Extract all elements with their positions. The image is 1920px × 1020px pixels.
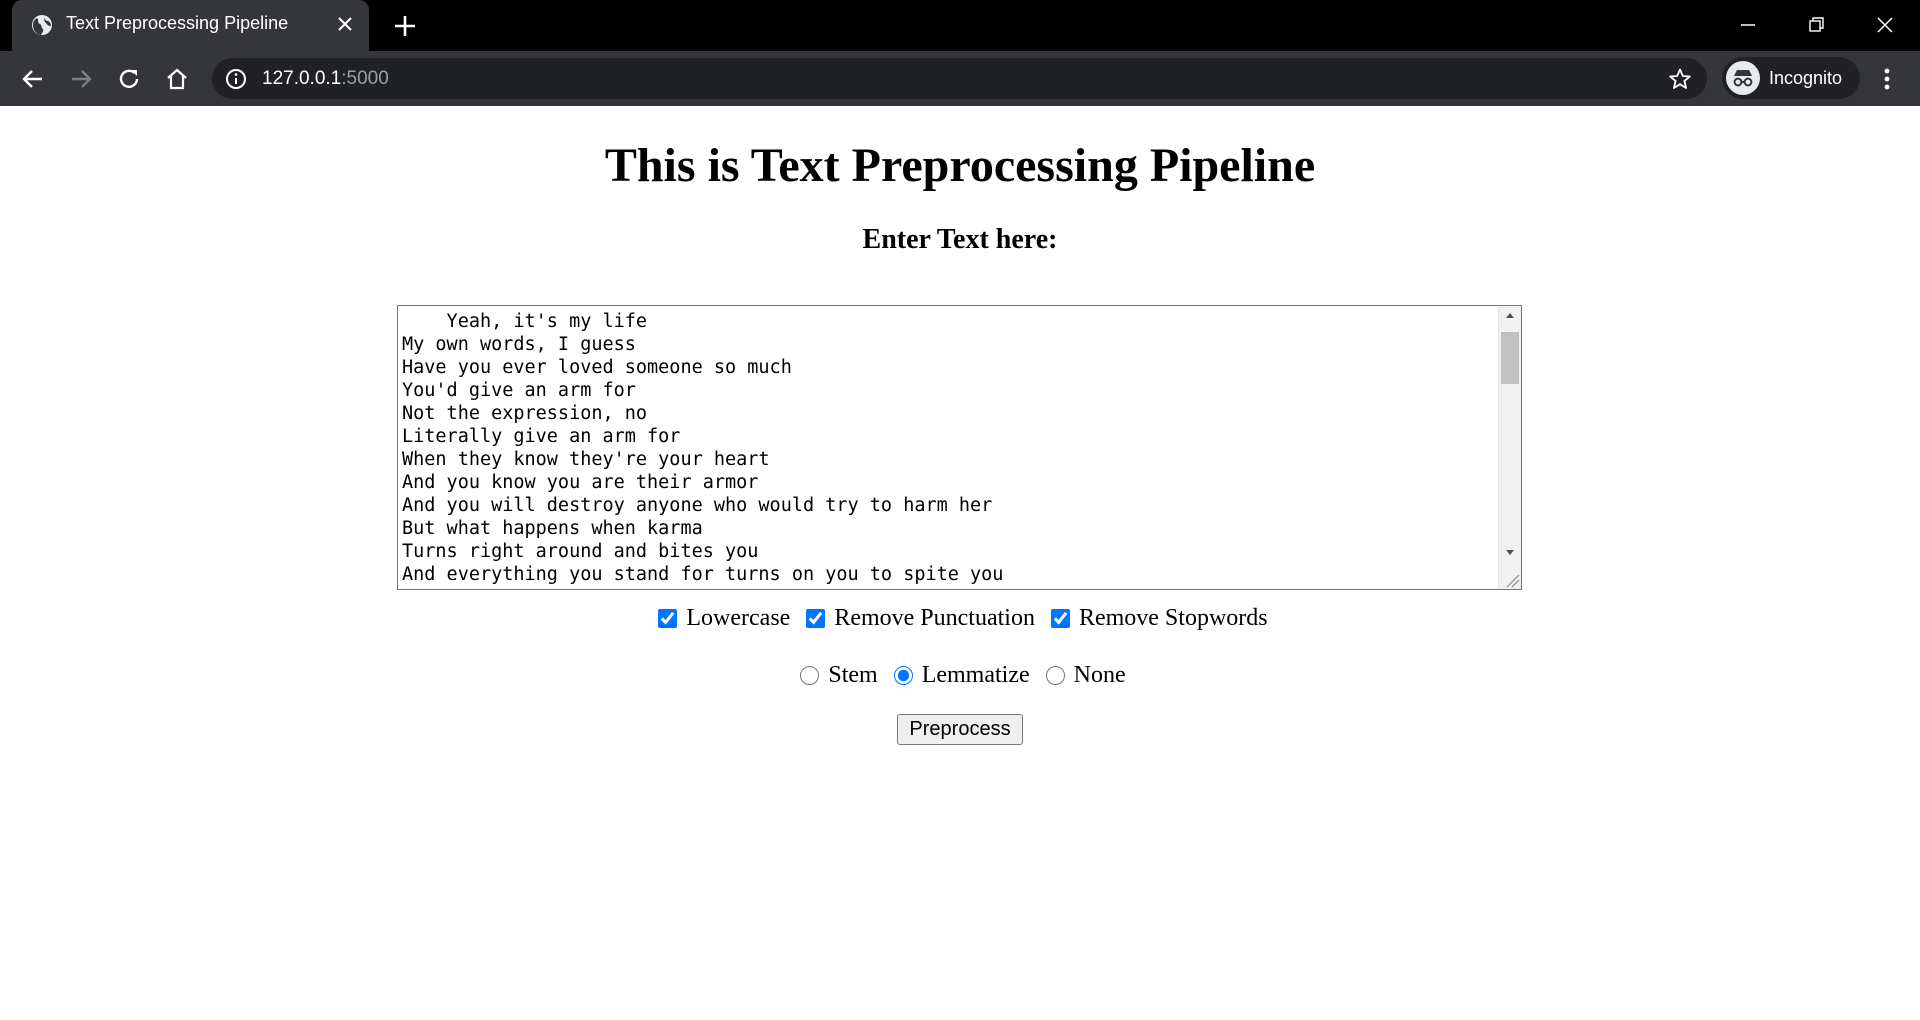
lowercase-checkbox[interactable] bbox=[658, 608, 678, 628]
stem-label: Stem bbox=[828, 662, 878, 689]
page-title: This is Text Preprocessing Pipeline bbox=[604, 139, 1316, 192]
lemmatize-label: Lemmatize bbox=[921, 662, 1030, 689]
home-icon[interactable] bbox=[164, 66, 190, 92]
option-lowercase[interactable]: Lowercase bbox=[652, 603, 790, 633]
info-icon[interactable] bbox=[225, 68, 247, 90]
remove-stopwords-checkbox[interactable] bbox=[1050, 608, 1070, 628]
option-remove-stopwords[interactable]: Remove Stopwords bbox=[1045, 603, 1268, 633]
option-remove-punctuation[interactable]: Remove Punctuation bbox=[800, 603, 1035, 633]
input-heading: Enter Text here: bbox=[862, 224, 1058, 255]
kebab-menu-icon[interactable] bbox=[1874, 65, 1900, 93]
url-text[interactable]: 127.0.0.1:5000 bbox=[262, 68, 389, 90]
scroll-down-arrow-icon[interactable] bbox=[1499, 542, 1521, 562]
lemmatize-radio[interactable] bbox=[893, 665, 913, 685]
globe-icon bbox=[32, 15, 52, 35]
url-host: 127.0.0.1 bbox=[262, 68, 342, 89]
checkbox-options: Lowercase Remove Punctuation Remove Stop… bbox=[0, 602, 1920, 633]
textarea-scrollbar[interactable] bbox=[1498, 306, 1521, 589]
option-lemmatize[interactable]: Lemmatize bbox=[888, 660, 1030, 690]
none-radio[interactable] bbox=[1045, 665, 1065, 685]
normalization-options: Stem Lemmatize None bbox=[0, 659, 1920, 690]
scroll-thumb[interactable] bbox=[1501, 332, 1519, 384]
profile-button[interactable]: Incognito bbox=[1722, 57, 1860, 99]
lowercase-label: Lowercase bbox=[686, 605, 791, 632]
browser-chrome: Text Preprocessing Pipeline 127.0.0.1:50… bbox=[0, 0, 1920, 106]
reload-icon[interactable] bbox=[116, 66, 142, 92]
url-port: :5000 bbox=[341, 68, 389, 89]
close-window-icon[interactable] bbox=[1870, 10, 1900, 40]
browser-toolbar: 127.0.0.1:5000 Incognito bbox=[0, 51, 1920, 106]
minimize-icon[interactable] bbox=[1733, 10, 1763, 40]
option-none[interactable]: None bbox=[1040, 660, 1126, 690]
remove-stopwords-label: Remove Stopwords bbox=[1078, 605, 1268, 632]
address-bar[interactable]: 127.0.0.1:5000 bbox=[212, 58, 1707, 99]
tab-title: Text Preprocessing Pipeline bbox=[66, 13, 289, 33]
restore-icon[interactable] bbox=[1801, 10, 1831, 40]
none-label: None bbox=[1073, 662, 1126, 689]
remove-punctuation-checkbox[interactable] bbox=[806, 608, 826, 628]
scroll-up-arrow-icon[interactable] bbox=[1499, 306, 1521, 326]
stem-radio[interactable] bbox=[800, 665, 820, 685]
incognito-icon bbox=[1726, 61, 1760, 95]
preprocess-button[interactable]: Preprocess bbox=[897, 714, 1023, 745]
plus-icon[interactable] bbox=[392, 13, 418, 39]
close-icon[interactable] bbox=[335, 14, 355, 34]
tab-strip: Text Preprocessing Pipeline bbox=[0, 0, 1920, 51]
option-stem[interactable]: Stem bbox=[794, 660, 878, 690]
arrow-right-icon[interactable] bbox=[68, 66, 94, 92]
page-content: This is Text Preprocessing Pipeline Ente… bbox=[0, 106, 1920, 1020]
resize-grip-icon[interactable] bbox=[1499, 567, 1521, 589]
browser-tab[interactable]: Text Preprocessing Pipeline bbox=[12, 0, 369, 51]
text-input[interactable] bbox=[398, 306, 1498, 589]
remove-punctuation-label: Remove Punctuation bbox=[834, 605, 1035, 632]
star-icon[interactable] bbox=[1668, 67, 1692, 91]
arrow-left-icon[interactable] bbox=[20, 66, 46, 92]
text-input-container bbox=[397, 305, 1522, 590]
profile-label: Incognito bbox=[1769, 68, 1843, 88]
